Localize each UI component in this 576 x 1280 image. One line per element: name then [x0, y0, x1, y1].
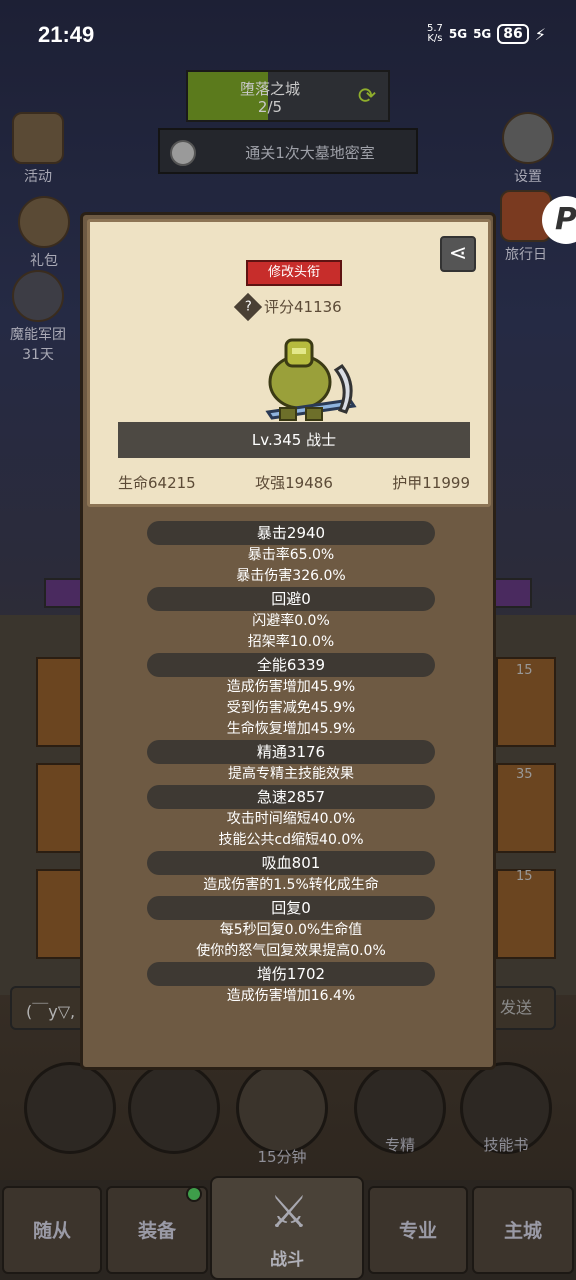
edit-title-button[interactable]: 修改头衔 — [246, 260, 342, 286]
stat-group: 精通3176 提高专精主技能效果 — [83, 740, 499, 785]
score-text: 评分41136 — [264, 298, 342, 316]
stat-detail: 攻击时间缩短40.0% — [226, 811, 356, 827]
hp-stat: 生命64215 — [118, 474, 196, 492]
battery-icon: 86 — [497, 24, 529, 44]
nav-battle[interactable]: ⚔ 战斗 — [210, 1176, 364, 1280]
quest-progress-text: 2/5 — [257, 98, 283, 116]
stat-header: 回复0 — [147, 896, 435, 920]
task-text: 通关1次大墓地密室 — [245, 144, 375, 162]
timer-label: 15分钟 — [257, 1148, 307, 1166]
stat-detail: 受到伤害减免45.9% — [226, 700, 356, 716]
activity-icon — [12, 112, 64, 164]
coin-icon — [170, 140, 196, 166]
nav-main-city[interactable]: 主城 — [472, 1186, 574, 1274]
stat-group: 回复0 每5秒回复0.0%生命值使你的怒气回复效果提高0.0% — [83, 896, 499, 962]
crossed-swords-icon: ⚔ — [269, 1187, 309, 1238]
stat-group: 暴击2940 暴击率65.0% 暴击伤害326.0% — [83, 521, 499, 587]
specialization-label: 专精 — [384, 1136, 415, 1154]
stat-header: 吸血801 — [147, 851, 435, 875]
stat-group: 全能6339 造成伤害增加45.9% 受到伤害减免45.9% 生命恢复增加45.9% — [83, 653, 499, 740]
profile-card: 修改头衔 ⋖ ? 评分41136 Lv.345 战士 生命64215 攻强194… — [87, 219, 491, 507]
score-row: ? 评分41136 — [233, 292, 342, 321]
attack-stat: 攻强19486 — [255, 474, 333, 492]
stat-group: 回避0 闪避率0.0% 招架率10.0% — [83, 587, 499, 653]
status-icons: 5.7 K/s 5G 5G 86 ⚡ — [427, 24, 546, 44]
stat-detail: 每5秒回复0.0%生命值 — [219, 922, 363, 938]
share-icon[interactable]: ⋖ — [440, 236, 476, 272]
warrior-avatar — [265, 338, 357, 421]
stats-list: 暴击2940 暴击率65.0% 暴击伤害326.0% 回避0 闪避率0.0% 招架率10.… — [83, 521, 499, 1007]
stat-detail: 生命恢复增加45.9% — [226, 721, 356, 737]
chest-button[interactable] — [236, 1062, 328, 1154]
stat-detail: 闪避率0.0% — [252, 613, 330, 629]
network-speed: 5.7 K/s — [426, 23, 443, 44]
stat-detail: 招架率10.0% — [247, 634, 335, 650]
quest-name: 堕落之城 — [239, 80, 300, 98]
stat-group: 吸血801 造成伤害的1.5%转化成生命 — [83, 851, 499, 896]
stat-detail: 造成伤害的1.5%转化成生命 — [203, 877, 379, 893]
quest-progress[interactable]: 堕落之城 2/5 ⟳ — [186, 70, 390, 122]
bg-card-level: 35 — [516, 767, 533, 782]
stat-detail: 造成伤害增加45.9% — [226, 679, 356, 695]
base-stats: 生命64215 攻强19486 护甲11999 — [118, 472, 470, 493]
armor-stat: 护甲11999 — [392, 474, 470, 492]
gift-button[interactable]: 礼包 — [18, 196, 70, 270]
level-class-bar: Lv.345 战士 — [118, 422, 470, 458]
stat-detail: 提高专精主技能效果 — [228, 766, 354, 782]
stat-detail: 技能公共cd缩短40.0% — [218, 832, 364, 848]
settings-button[interactable]: 设置 — [502, 112, 554, 186]
stat-detail: 使你的怒气回复效果提高0.0% — [196, 943, 386, 959]
bg-card-level: 15 — [516, 663, 533, 678]
stat-header: 增伤1702 — [147, 962, 435, 986]
stat-group: 增伤1702 造成伤害增加16.4% — [83, 962, 499, 1007]
stat-header: 精通3176 — [147, 740, 435, 764]
notification-dot — [186, 1186, 202, 1202]
stat-header: 回避0 — [147, 587, 435, 611]
help-icon[interactable]: ? — [233, 292, 263, 321]
bread-button[interactable] — [128, 1062, 220, 1154]
gift-icon — [18, 196, 70, 248]
clock: 21:49 — [38, 22, 95, 47]
signal-icon: 5G — [448, 27, 468, 41]
skill-book-label: 技能书 — [483, 1136, 529, 1154]
refresh-icon[interactable]: ⟳ — [354, 84, 380, 110]
stat-detail: 暴击率65.0% — [247, 547, 335, 563]
stat-header: 暴击2940 — [147, 521, 435, 545]
stat-header: 急速2857 — [147, 785, 435, 809]
character-info-dialog: 修改头衔 ⋖ ? 评分41136 Lv.345 战士 生命64215 攻强194… — [80, 212, 496, 1070]
signal-icon: 5G — [473, 27, 492, 41]
corps-button[interactable]: 魔能军团 31天 — [10, 270, 66, 364]
bottom-nav: 随从 装备 ⚔ 战斗 专业 主城 — [0, 1176, 576, 1280]
charging-icon: ⚡ — [534, 24, 546, 44]
gear-icon — [502, 112, 554, 164]
stat-header: 全能6339 — [147, 653, 435, 677]
stat-detail: 造成伤害增加16.4% — [226, 988, 356, 1004]
nav-profession[interactable]: 专业 — [368, 1186, 468, 1274]
stat-group: 急速2857 攻击时间缩短40.0% 技能公共cd缩短40.0% — [83, 785, 499, 851]
corps-icon — [12, 270, 64, 322]
activity-button[interactable]: 活动 — [12, 112, 64, 186]
stat-detail: 暴击伤害326.0% — [236, 568, 346, 584]
potion-button[interactable] — [24, 1062, 116, 1154]
nav-followers[interactable]: 随从 — [2, 1186, 102, 1274]
bg-card-level: 15 — [516, 869, 533, 884]
task-banner[interactable]: 通关1次大墓地密室 — [158, 128, 418, 174]
